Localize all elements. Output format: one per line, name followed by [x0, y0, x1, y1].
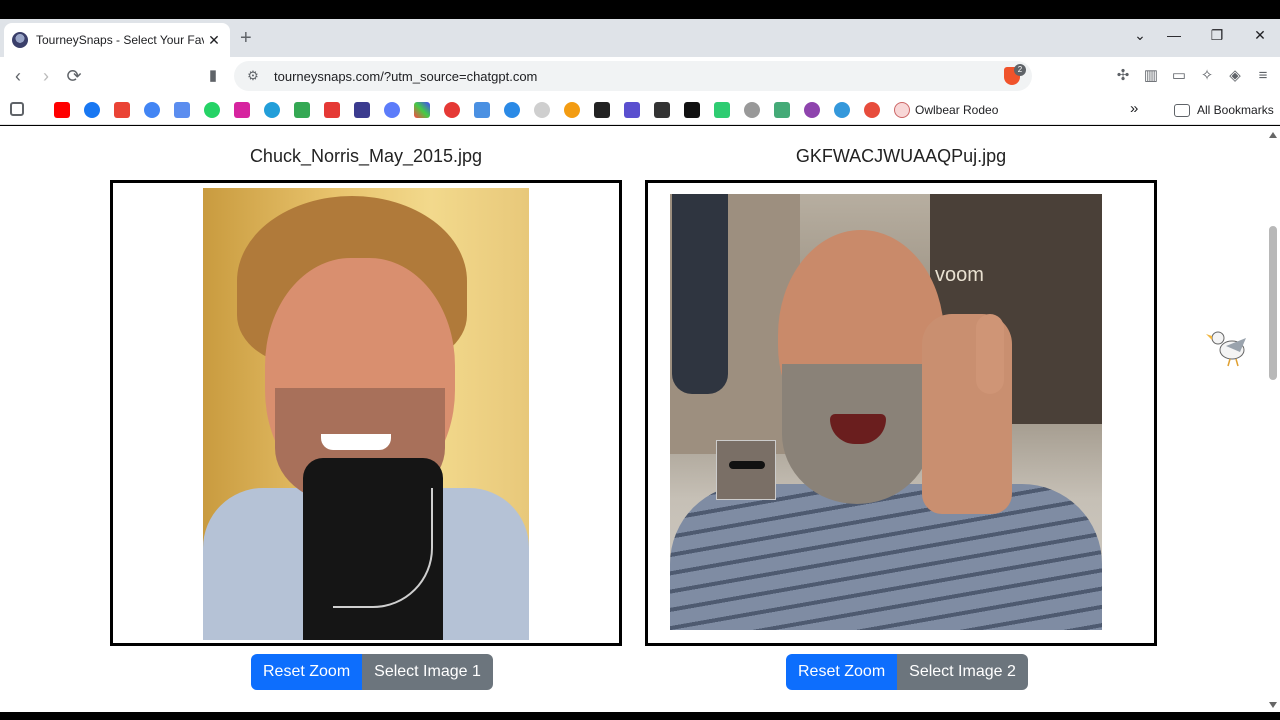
menu-icon[interactable]: ≡: [1254, 67, 1272, 85]
google-drive-icon[interactable]: [294, 102, 310, 118]
bookmark-owlbear-rodeo[interactable]: Owlbear Rodeo: [915, 103, 998, 117]
tourneysnaps-favicon-icon: [12, 32, 28, 48]
tab-close-icon[interactable]: ✕: [206, 32, 222, 49]
photo-storefront-sign: voom: [935, 264, 984, 286]
close-window-button[interactable]: ✕: [1250, 27, 1270, 44]
photo-inset-selfie: [716, 440, 776, 500]
vpn-shield-icon[interactable]: ◈: [1226, 67, 1244, 85]
apps-grid-icon[interactable]: [10, 102, 24, 116]
photo-umbrella: [672, 194, 728, 394]
instagram-icon[interactable]: [234, 102, 250, 118]
screen: TourneySnaps - Select Your Favo ✕ + ⌄ — …: [0, 0, 1280, 720]
url-text[interactable]: tourneysnaps.com/?utm_source=chatgpt.com: [274, 69, 537, 84]
image-2-frame[interactable]: voom: [645, 180, 1157, 646]
telegram-icon[interactable]: [264, 102, 280, 118]
bookmarks-bar: Owlbear Rodeo » All Bookmarks: [0, 95, 1280, 125]
bookmark-heart-icon[interactable]: [474, 102, 490, 118]
folder-icon: [1174, 104, 1190, 117]
image-2-photo[interactable]: voom: [670, 194, 1102, 630]
browser-tab[interactable]: TourneySnaps - Select Your Favo ✕: [4, 23, 230, 57]
all-bookmarks-link[interactable]: All Bookmarks: [1197, 103, 1274, 117]
bookmark-red-icon[interactable]: [324, 102, 340, 118]
image-2-button-group: Reset Zoom Select Image 2: [786, 654, 1028, 690]
image-2-filename: GKFWACJWUAAQPuj.jpg: [795, 146, 1007, 166]
bookmark-globe-icon[interactable]: [384, 102, 400, 118]
whatsapp-icon[interactable]: [204, 102, 220, 118]
bottom-border: [0, 712, 1280, 720]
image-1-button-group: Reset Zoom Select Image 1: [251, 654, 493, 690]
image-1-photo[interactable]: [203, 188, 529, 640]
sidebar-icon[interactable]: ▥: [1142, 67, 1160, 85]
bookmark-c-dark-icon[interactable]: [594, 102, 610, 118]
wallet-icon[interactable]: ▭: [1170, 67, 1188, 85]
scroll-up-arrow-icon[interactable]: [1269, 132, 1277, 138]
bookmark-triangle-icon[interactable]: [684, 102, 700, 118]
browser-toolbar: ‹ › ⟳ ▮ ⚙ tourneysnaps.com/?utm_source=c…: [0, 57, 1280, 95]
image-1-frame[interactable]: [110, 180, 622, 646]
leo-ai-icon[interactable]: ✧: [1198, 67, 1216, 85]
facebook-icon[interactable]: [84, 102, 100, 118]
new-tab-button[interactable]: +: [240, 28, 252, 48]
google-icon[interactable]: [144, 102, 160, 118]
bookmarks-overflow-icon[interactable]: »: [1130, 100, 1138, 117]
select-image-2-button[interactable]: Select Image 2: [897, 654, 1028, 690]
owlbear-rodeo-icon[interactable]: [894, 102, 910, 118]
bookmark-page-icon[interactable]: ▮: [203, 66, 223, 86]
address-bar[interactable]: ⚙ tourneysnaps.com/?utm_source=chatgpt.c…: [234, 61, 1032, 91]
site-info-icon[interactable]: ⚙: [242, 68, 264, 84]
bookmark-ball-icon[interactable]: [864, 102, 880, 118]
bookmark-block-icon[interactable]: [444, 102, 460, 118]
youtube-icon[interactable]: [54, 102, 70, 118]
page-content: Chuck_Norris_May_2015.jpg Reset Zoom Sel…: [0, 126, 1280, 712]
photo-smile: [321, 434, 391, 450]
restore-button[interactable]: ❐: [1207, 27, 1227, 44]
bookmark-openai-icon[interactable]: [744, 102, 760, 118]
seagull-mascot-icon: [1206, 331, 1246, 367]
bookmark-peak-icon[interactable]: [774, 102, 790, 118]
back-arrow-icon[interactable]: ‹: [8, 66, 28, 86]
reload-icon[interactable]: ⟳: [64, 66, 84, 86]
bookmark-x-icon[interactable]: [354, 102, 370, 118]
bookmark-px-icon[interactable]: [714, 102, 730, 118]
scrollbar-thumb[interactable]: [1269, 226, 1277, 380]
forward-arrow-icon[interactable]: ›: [36, 66, 56, 86]
select-image-1-button[interactable]: Select Image 1: [362, 654, 493, 690]
tab-strip: TourneySnaps - Select Your Favo ✕ + ⌄ — …: [0, 19, 1280, 57]
bookmark-star-icon[interactable]: [654, 102, 670, 118]
minimize-button[interactable]: —: [1164, 27, 1184, 43]
bookmark-edge-icon[interactable]: [834, 102, 850, 118]
brave-shields-count-badge: 2: [1014, 64, 1026, 76]
bookmark-v-icon[interactable]: [624, 102, 640, 118]
bookmark-orange-icon[interactable]: [564, 102, 580, 118]
extensions-icon[interactable]: ✣: [1114, 67, 1132, 85]
bookmark-c-icon[interactable]: [504, 102, 520, 118]
bookmark-colors-icon[interactable]: [414, 102, 430, 118]
photo-shirt: [670, 484, 1102, 630]
bookmark-play-icon[interactable]: [534, 102, 550, 118]
reset-zoom-button-2[interactable]: Reset Zoom: [786, 654, 898, 690]
page-scrollbar[interactable]: [1266, 126, 1280, 712]
photo-finger: [976, 314, 1004, 394]
tab-search-chevron-icon[interactable]: ⌄: [1130, 27, 1150, 44]
reset-zoom-button-1[interactable]: Reset Zoom: [251, 654, 363, 690]
gmail-icon[interactable]: [114, 102, 130, 118]
tab-title: TourneySnaps - Select Your Favo: [36, 33, 204, 47]
scroll-down-arrow-icon[interactable]: [1269, 702, 1277, 708]
bookmark-purple-icon[interactable]: [804, 102, 820, 118]
google-translate-icon[interactable]: [174, 102, 190, 118]
image-1-filename: Chuck_Norris_May_2015.jpg: [249, 146, 483, 166]
